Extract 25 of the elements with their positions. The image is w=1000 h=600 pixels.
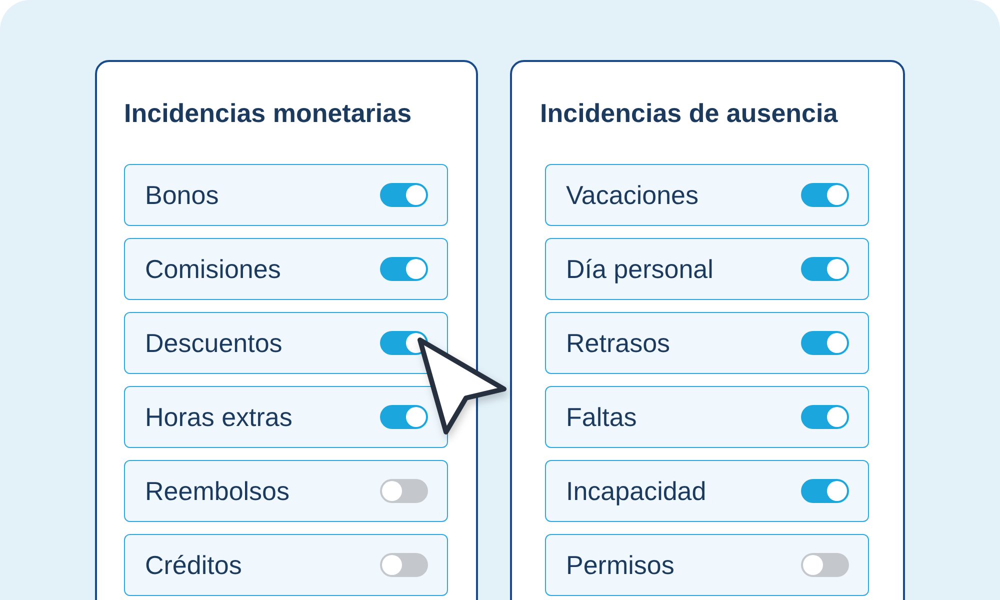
toggle-switch[interactable] — [801, 479, 849, 503]
toggle-switch[interactable] — [801, 553, 849, 577]
toggle-switch[interactable] — [801, 405, 849, 429]
toggle-switch[interactable] — [380, 183, 428, 207]
option-label: Descuentos — [145, 328, 282, 358]
option-label: Bonos — [145, 180, 219, 210]
toggle-switch[interactable] — [380, 257, 428, 281]
option-label: Incapacidad — [566, 476, 706, 506]
option-label: Comisiones — [145, 254, 281, 284]
toggle-switch[interactable] — [380, 479, 428, 503]
option-label: Permisos — [566, 550, 674, 580]
card-title: Incidencias monetarias — [124, 97, 413, 130]
option-label: Reembolsos — [145, 476, 290, 506]
option-label: Retrasos — [566, 328, 670, 358]
toggle-switch[interactable] — [801, 331, 849, 355]
toggle-switch[interactable] — [380, 553, 428, 577]
option-label: Créditos — [145, 550, 242, 580]
option-label: Faltas — [566, 402, 637, 432]
option-label: Vacaciones — [566, 180, 698, 210]
toggle-switch[interactable] — [380, 405, 428, 429]
option-label: Día personal — [566, 254, 714, 284]
option-label: Horas extras — [145, 402, 292, 432]
card-title: Incidencias de ausencia — [540, 97, 839, 130]
toggle-switch[interactable] — [801, 183, 849, 207]
toggle-switch[interactable] — [801, 257, 849, 281]
